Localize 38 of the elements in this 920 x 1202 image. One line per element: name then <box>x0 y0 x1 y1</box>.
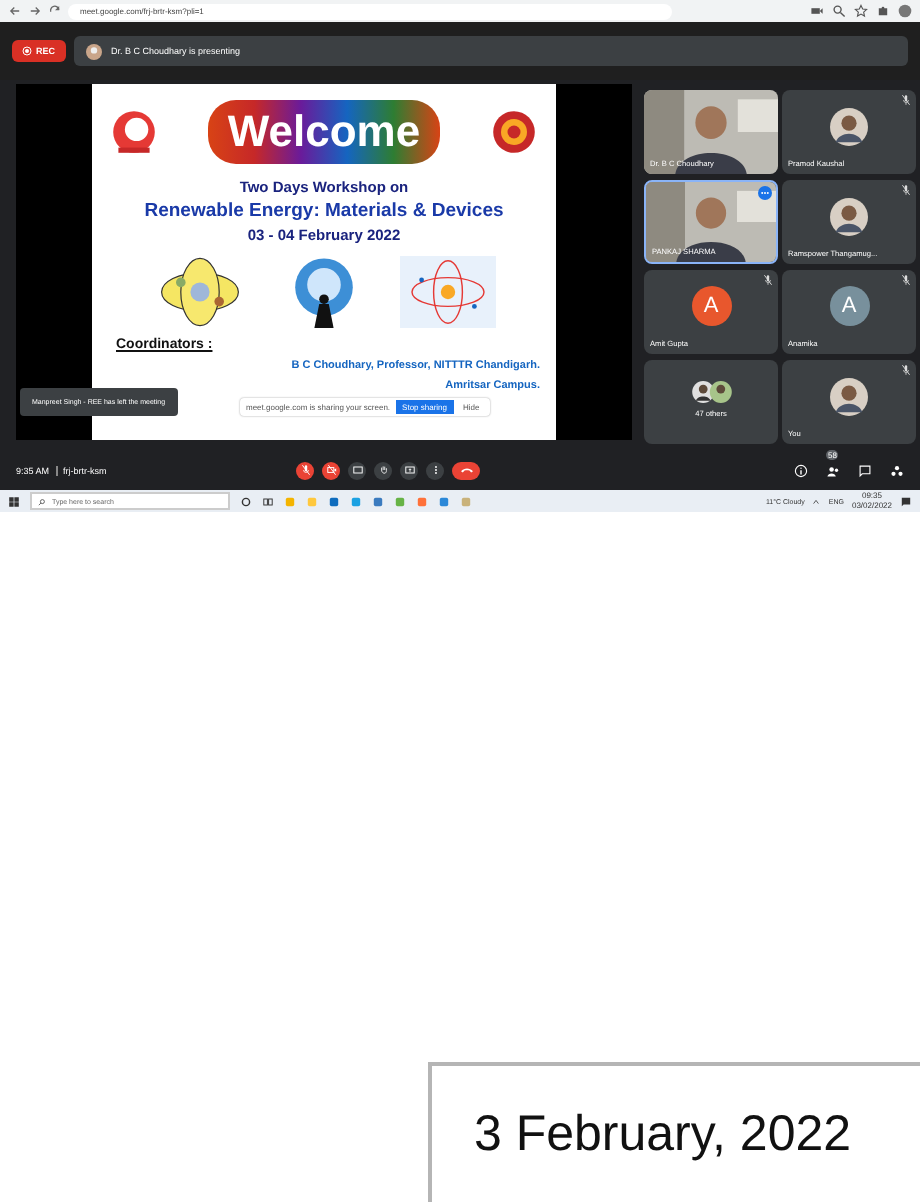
more-options-button[interactable] <box>426 461 444 479</box>
present-button[interactable] <box>400 461 418 479</box>
record-icon <box>22 46 32 56</box>
task-view-icon[interactable] <box>262 495 274 507</box>
avatar-letter: A <box>829 286 869 326</box>
phone-icon <box>455 464 477 476</box>
back-icon[interactable] <box>8 4 22 18</box>
info-icon[interactable] <box>794 463 808 477</box>
captions-button[interactable] <box>348 461 366 479</box>
chat-icon[interactable] <box>858 463 872 477</box>
camera-button[interactable] <box>322 461 340 479</box>
microphone-button[interactable] <box>296 461 314 479</box>
tray-caret-icon[interactable] <box>812 497 821 505</box>
captions-icon <box>351 464 363 476</box>
search-icon <box>38 497 46 505</box>
raise-hand-button[interactable] <box>374 461 392 479</box>
present-icon <box>403 464 415 476</box>
avatars-drawing <box>689 379 733 403</box>
slide-title: Renewable Energy: Materials & Devices <box>144 200 504 222</box>
more-options-icon[interactable] <box>758 186 772 200</box>
camera-icon <box>325 464 337 476</box>
logo-icon <box>488 106 540 158</box>
notification-icon[interactable] <box>900 495 912 507</box>
avatar-icon <box>85 43 102 59</box>
avatar-letter: A <box>691 286 731 326</box>
reload-icon[interactable] <box>48 4 62 18</box>
end-call-button[interactable] <box>452 461 480 479</box>
hand-icon <box>377 464 389 476</box>
logo-icon <box>108 106 160 158</box>
avatar-icon[interactable] <box>898 4 912 18</box>
date-caption: 3 February, 2022 <box>474 1106 852 1162</box>
activities-icon[interactable] <box>890 463 904 477</box>
microphone-icon <box>299 464 311 476</box>
star-icon[interactable] <box>854 4 868 18</box>
search-icon[interactable] <box>832 4 846 18</box>
forward-icon[interactable] <box>28 4 42 18</box>
windows-start-icon[interactable] <box>8 495 20 507</box>
people-icon[interactable] <box>826 463 840 477</box>
